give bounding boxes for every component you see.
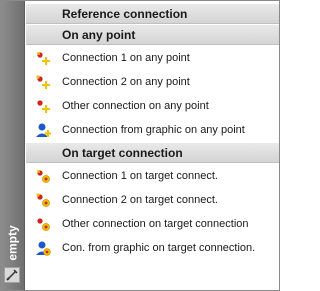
connection-2-point-icon — [35, 74, 51, 90]
connection-2-target-icon — [35, 192, 51, 208]
graphic-connection-point-icon — [35, 122, 51, 138]
pin-icon[interactable] — [4, 267, 20, 283]
menu-item-label: Other connection on target connection — [62, 218, 249, 230]
menu-item-connection-2-target[interactable]: Connection 2 on target connect. — [26, 188, 279, 212]
menu-content: Reference connection On any point Connec… — [26, 3, 279, 260]
connection-1-target-icon — [35, 168, 51, 184]
menu-item-graphic-connection-any-point[interactable]: Connection from graphic on any point — [26, 118, 279, 142]
menu-item-label: Connection 1 on any point — [62, 52, 190, 64]
other-connection-target-icon — [35, 216, 51, 232]
header-on-target-connection: On target connection — [26, 143, 279, 163]
menu-item-connection-1-any-point[interactable]: Connection 1 on any point — [26, 46, 279, 70]
connection-context-menu: empty Reference connection On any point … — [0, 0, 280, 291]
menu-item-label: Connection 2 on any point — [62, 76, 190, 88]
connection-1-point-icon — [35, 50, 51, 66]
menu-item-label: Other connection on any point — [62, 100, 209, 112]
menu-item-label: Connection 1 on target connect. — [62, 170, 218, 182]
side-panel-label: empty — [4, 223, 22, 263]
menu-item-other-connection-target[interactable]: Other connection on target connection — [26, 212, 279, 236]
menu-item-other-connection-any-point[interactable]: Other connection on any point — [26, 94, 279, 118]
menu-item-connection-2-any-point[interactable]: Connection 2 on any point — [26, 70, 279, 94]
menu-side-panel: empty — [1, 1, 25, 290]
side-panel-label-text: empty — [6, 225, 20, 261]
menu-item-label: Connection from graphic on any point — [62, 124, 245, 136]
other-connection-point-icon — [35, 98, 51, 114]
menu-item-label: Con. from graphic on target connection. — [62, 242, 256, 254]
header-reference-connection: Reference connection — [26, 4, 279, 24]
menu-item-connection-1-target[interactable]: Connection 1 on target connect. — [26, 164, 279, 188]
menu-item-label: Connection 2 on target connect. — [62, 194, 218, 206]
header-on-any-point: On any point — [26, 25, 279, 45]
menu-item-graphic-connection-target[interactable]: Con. from graphic on target connection. — [26, 236, 279, 260]
graphic-connection-target-icon — [35, 240, 51, 256]
